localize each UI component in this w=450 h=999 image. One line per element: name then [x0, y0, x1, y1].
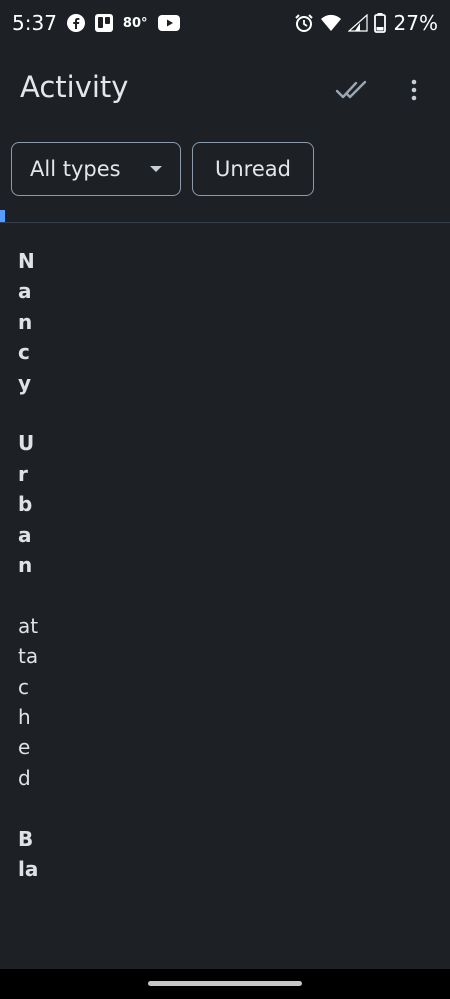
temperature-text: 80°: [122, 15, 148, 31]
app-bar: Activity: [0, 58, 450, 120]
status-time: 5:37: [12, 11, 57, 35]
progress-indicator: [0, 210, 5, 222]
page-title: Activity: [20, 70, 129, 104]
youtube-icon: [157, 15, 180, 31]
activity-object: Bla: [18, 826, 39, 882]
unread-filter-label: Unread: [215, 157, 291, 181]
battery-percentage: 27%: [393, 11, 438, 35]
wifi-icon: [320, 14, 342, 32]
system-nav-bar: [0, 969, 450, 999]
facebook-icon: [66, 14, 85, 32]
unread-filter-chip[interactable]: Unread: [192, 142, 314, 196]
more-options-button[interactable]: [394, 70, 434, 110]
activity-item[interactable]: Nancy Urban attached Bla: [18, 246, 40, 884]
alarm-icon: [294, 13, 314, 33]
battery-icon: [373, 13, 386, 33]
dropdown-caret-icon: [150, 166, 162, 172]
activity-actor-last: Urban: [18, 431, 35, 578]
activity-action: attached: [18, 613, 39, 790]
types-filter-dropdown[interactable]: All types: [11, 142, 181, 196]
status-right: 27%: [294, 11, 438, 35]
status-left: 5:37 80°: [12, 11, 190, 35]
filter-bar: All types Unread: [11, 142, 314, 196]
activity-actor-first: Nancy: [18, 249, 35, 395]
home-indicator[interactable]: [148, 981, 302, 986]
types-filter-label: All types: [30, 157, 121, 181]
trello-icon: [94, 14, 113, 32]
screen: 5:37 80° 27% Activity All types Unread N…: [0, 0, 450, 999]
double-check-icon: [335, 80, 367, 99]
divider: [0, 222, 450, 223]
mark-all-read-button[interactable]: [332, 70, 372, 110]
status-bar: 5:37 80° 27%: [0, 0, 450, 46]
more-vertical-icon: [411, 79, 417, 101]
signal-icon: [347, 14, 368, 32]
